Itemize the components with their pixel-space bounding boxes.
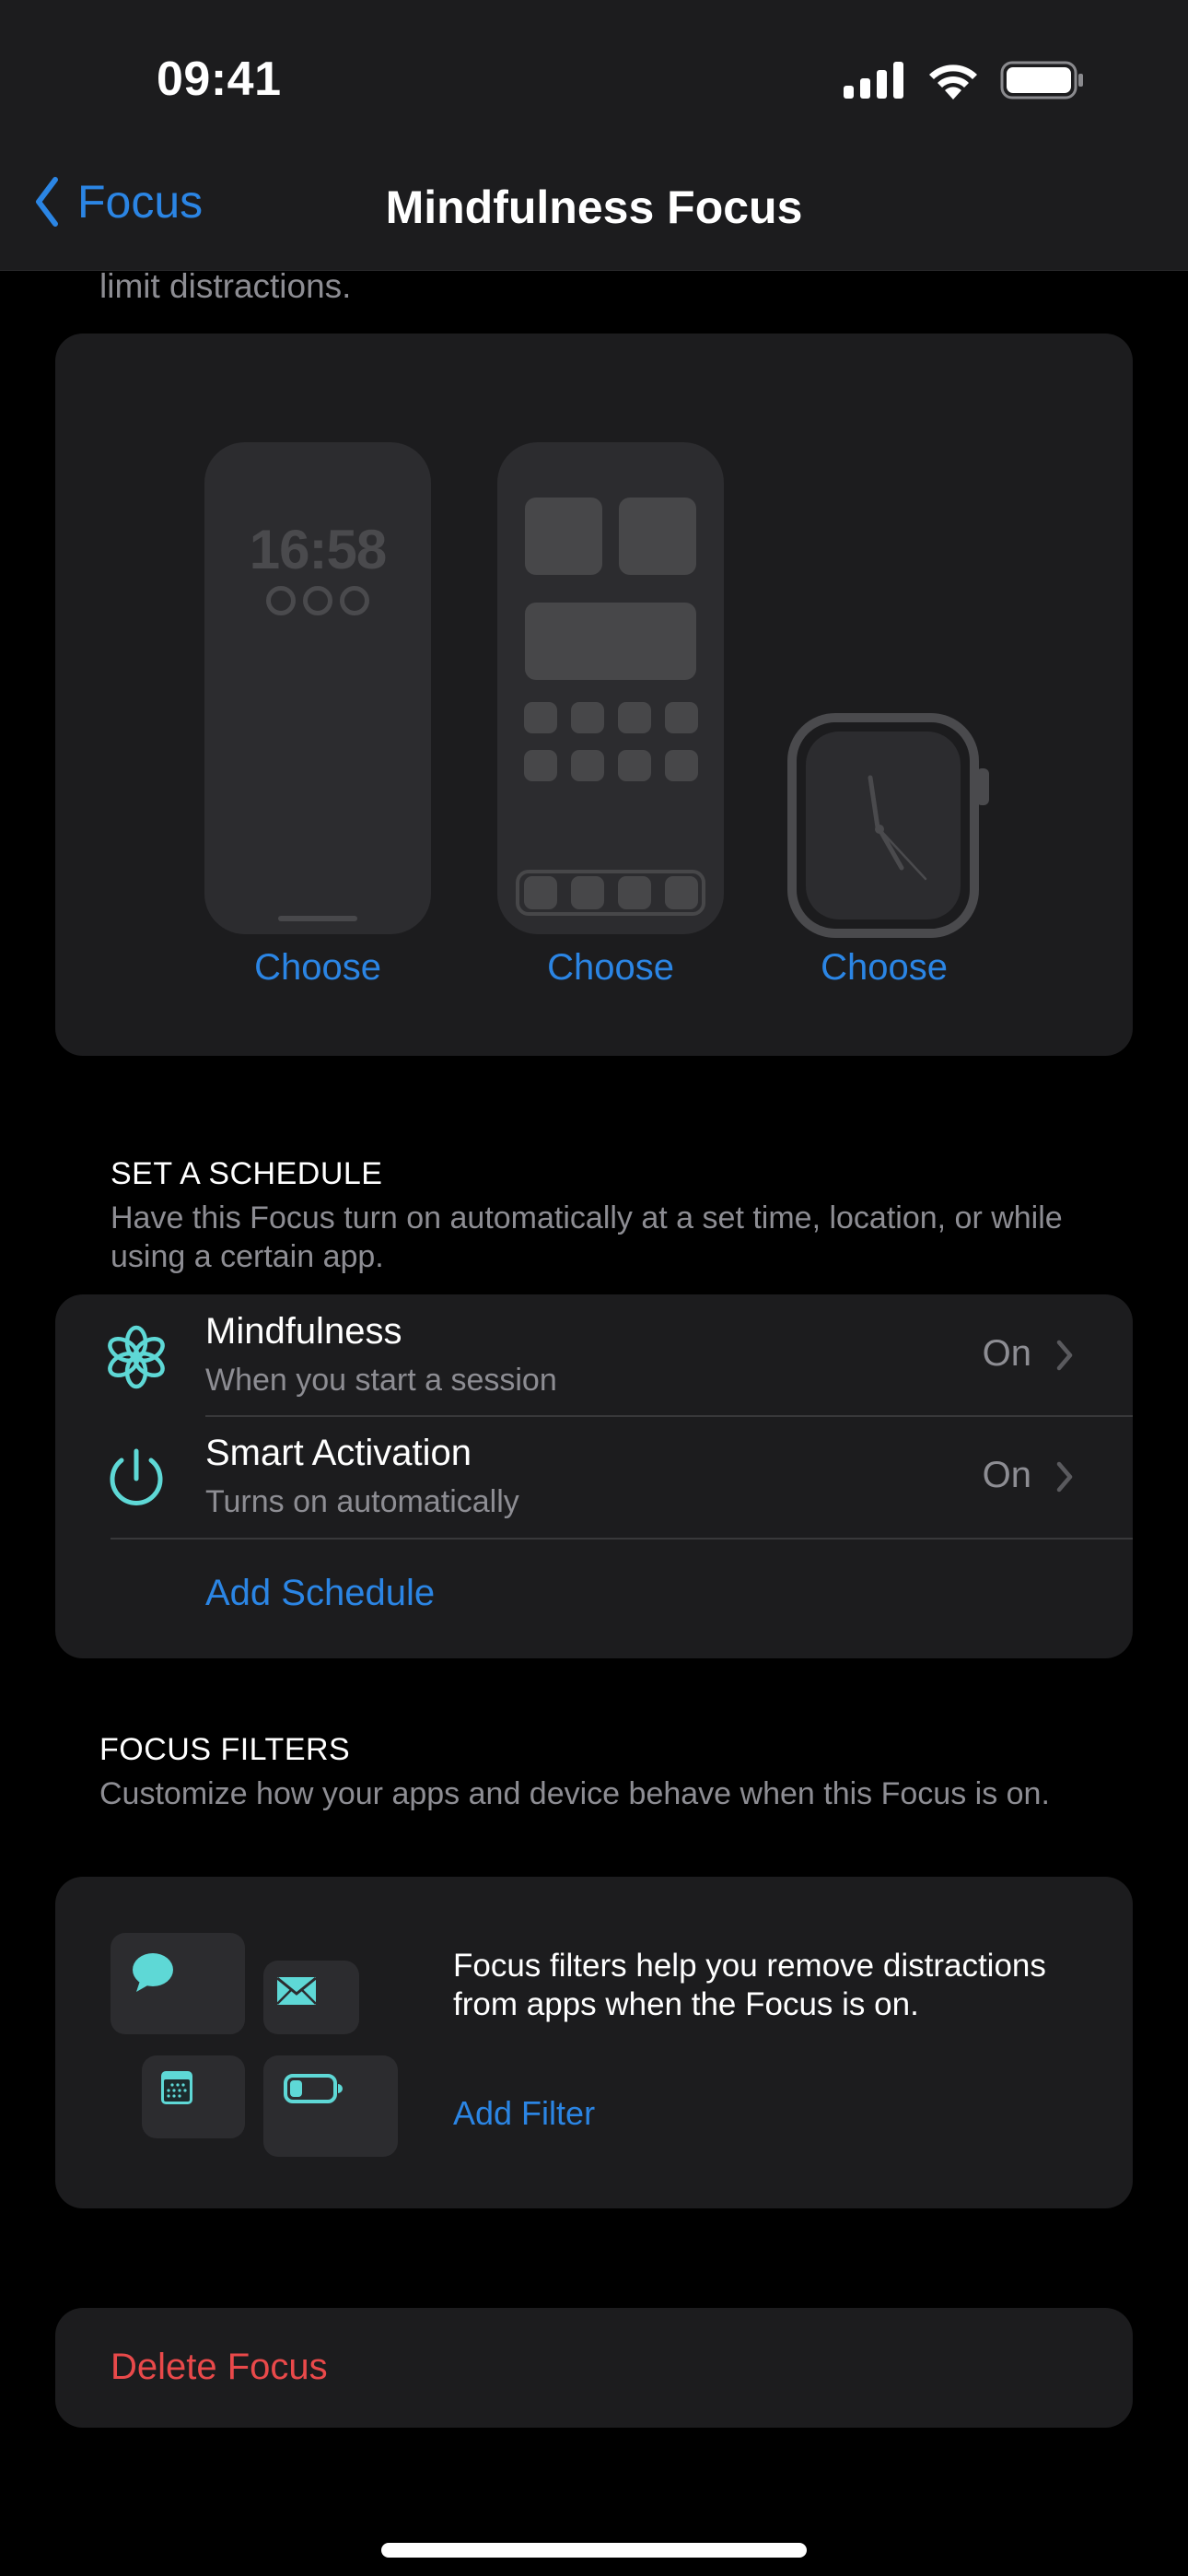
app-placeholder bbox=[524, 702, 557, 733]
screen-previews-card: 16:58 Choose Choose Choose bbox=[55, 334, 1133, 1056]
lock-screen-widgets bbox=[204, 586, 431, 615]
delete-focus-label: Delete Focus bbox=[111, 2347, 328, 2387]
status-icons bbox=[844, 61, 1085, 100]
filters-explanation: Focus filters help you remove distractio… bbox=[453, 1948, 1046, 2022]
widget-placeholder bbox=[525, 603, 696, 680]
messages-icon bbox=[133, 1953, 173, 1992]
schedule-title: Mindfulness bbox=[205, 1311, 402, 1352]
app-placeholder bbox=[571, 702, 604, 733]
watch-face-preview[interactable] bbox=[787, 713, 979, 938]
app-placeholder bbox=[665, 702, 698, 733]
widget-placeholder bbox=[525, 498, 602, 575]
navigation-header: 09:41 Focus Mindfulness Focus bbox=[0, 0, 1188, 271]
battery-icon bbox=[1000, 61, 1083, 100]
app-placeholder bbox=[571, 750, 604, 781]
home-screen-preview[interactable] bbox=[497, 442, 724, 934]
dock-placeholder bbox=[516, 870, 705, 916]
chevron-right-icon bbox=[1056, 1340, 1073, 1371]
app-placeholder bbox=[618, 750, 651, 781]
chevron-right-icon bbox=[1056, 1461, 1073, 1493]
add-filter-button[interactable]: Add Filter bbox=[453, 2094, 595, 2133]
focus-filters-card: Focus filters help you remove distractio… bbox=[55, 1877, 1133, 2208]
filter-tile bbox=[111, 1933, 245, 2034]
filters-section-description: Customize how your apps and device behav… bbox=[99, 1776, 1050, 1811]
app-placeholder bbox=[618, 702, 651, 733]
add-schedule-button[interactable]: Add Schedule bbox=[205, 1573, 435, 1614]
app-placeholder bbox=[665, 750, 698, 781]
cellular-signal-icon bbox=[844, 62, 903, 99]
battery-icon bbox=[284, 2074, 343, 2103]
page-title: Mindfulness Focus bbox=[385, 181, 803, 233]
row-divider bbox=[111, 1538, 1133, 1540]
filter-tile bbox=[142, 2055, 245, 2138]
filter-tile bbox=[263, 1961, 359, 2034]
lock-screen-preview[interactable]: 16:58 bbox=[204, 442, 431, 934]
schedule-status: On bbox=[982, 1333, 1031, 1374]
calendar-icon bbox=[161, 2071, 192, 2104]
wifi-icon bbox=[929, 64, 977, 100]
status-time: 09:41 bbox=[157, 53, 282, 106]
clock-hands-icon bbox=[868, 775, 927, 881]
delete-focus-button[interactable]: Delete Focus bbox=[55, 2308, 1133, 2428]
home-bar bbox=[278, 916, 357, 921]
app-placeholder bbox=[524, 750, 557, 781]
schedule-title: Smart Activation bbox=[205, 1433, 472, 1473]
schedule-subtitle: Turns on automatically bbox=[205, 1484, 519, 1519]
schedule-section-title: SET A SCHEDULE bbox=[111, 1156, 383, 1191]
schedule-status: On bbox=[982, 1455, 1031, 1495]
power-icon bbox=[110, 1448, 163, 1505]
filter-tile bbox=[263, 2055, 398, 2157]
choose-lock-screen-button[interactable]: Choose bbox=[226, 947, 410, 989]
intro-description: limit distractions. bbox=[99, 267, 352, 305]
schedule-row-mindfulness[interactable]: Mindfulness When you start a session On bbox=[55, 1294, 1133, 1416]
home-indicator[interactable] bbox=[381, 2543, 807, 2558]
watch-crown bbox=[976, 768, 989, 805]
filters-section-title: FOCUS FILTERS bbox=[99, 1732, 351, 1767]
lock-screen-time: 16:58 bbox=[249, 519, 387, 580]
mindfulness-flower-icon bbox=[108, 1325, 165, 1389]
schedule-subtitle: When you start a session bbox=[205, 1363, 557, 1398]
schedule-card: Mindfulness When you start a session On … bbox=[55, 1294, 1133, 1658]
watch-face bbox=[806, 732, 961, 919]
choose-home-screen-button[interactable]: Choose bbox=[518, 947, 703, 989]
choose-watch-face-button[interactable]: Choose bbox=[792, 947, 976, 989]
widget-placeholder bbox=[619, 498, 696, 575]
schedule-row-smart-activation[interactable]: Smart Activation Turns on automatically … bbox=[55, 1416, 1133, 1538]
schedule-section-description: Have this Focus turn on automatically at… bbox=[111, 1200, 1063, 1274]
mail-icon bbox=[277, 1977, 316, 2005]
